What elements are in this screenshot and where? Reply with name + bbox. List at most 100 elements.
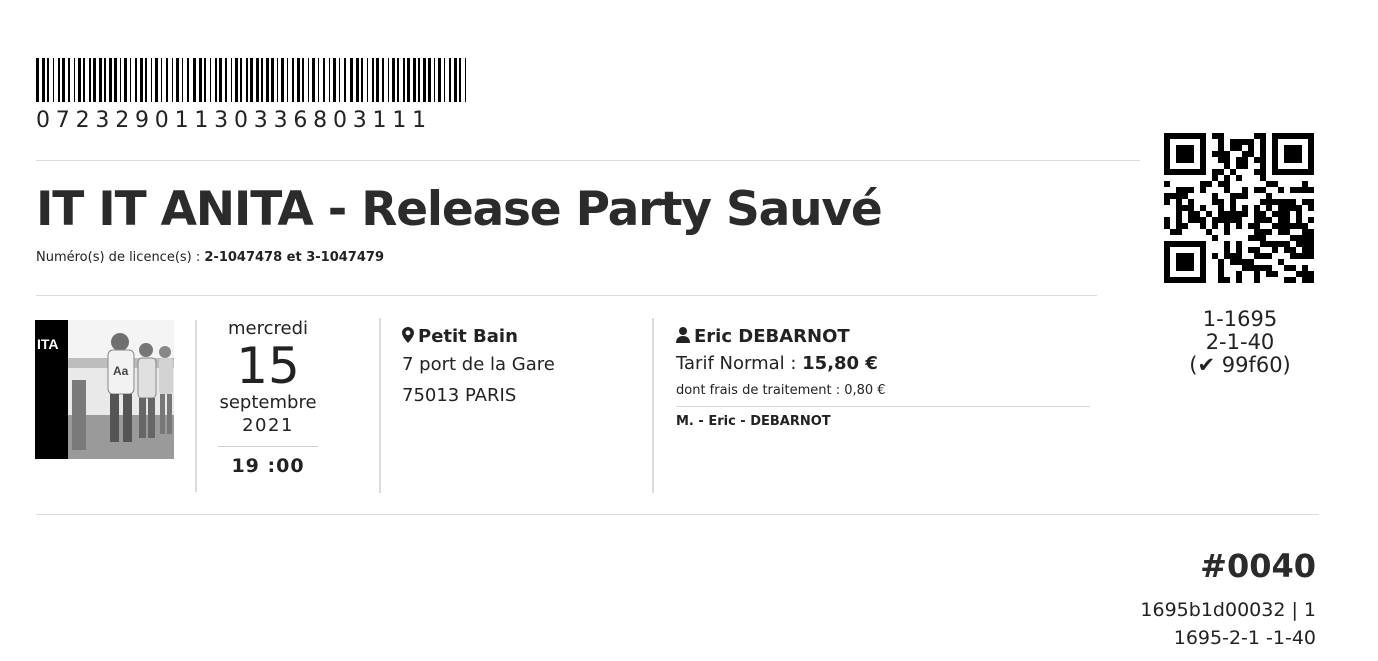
qr-module [1308, 247, 1314, 253]
qr-module [1182, 187, 1188, 193]
qr-module [1194, 241, 1200, 247]
qr-module [1284, 205, 1290, 211]
qr-module [1278, 187, 1284, 193]
qr-module [1308, 235, 1314, 241]
qr-module [1188, 133, 1194, 139]
qr-module [1242, 205, 1248, 211]
qr-module [1236, 157, 1242, 163]
qr-module [1272, 211, 1278, 217]
date-divider [218, 446, 318, 447]
qr-module [1260, 145, 1266, 151]
qr-module [1290, 223, 1296, 229]
holder-name-row: Eric DEBARNOT [676, 325, 1090, 349]
qr-module [1308, 205, 1314, 211]
qr-module [1260, 157, 1266, 163]
qr-module [1302, 241, 1308, 247]
qr-module [1212, 169, 1218, 175]
qr-module [1200, 133, 1206, 139]
qr-module [1164, 139, 1170, 145]
qr-module [1260, 187, 1266, 193]
qr-module [1200, 169, 1206, 175]
qr-check-code: (✔ 99f60) [1189, 353, 1291, 377]
venue-name-row: Petit Bain [402, 325, 555, 349]
qr-module [1176, 205, 1182, 211]
qr-module [1302, 277, 1308, 283]
qr-module [1284, 151, 1290, 157]
qr-module [1182, 151, 1188, 157]
qr-module [1308, 163, 1314, 169]
qr-module [1212, 223, 1218, 229]
barcode-bar [344, 58, 346, 102]
barcode-bar [418, 58, 420, 102]
qr-module [1266, 205, 1272, 211]
qr-module [1290, 145, 1296, 151]
qr-module [1260, 211, 1266, 217]
barcode-bar [155, 58, 158, 102]
barcode-bar [124, 58, 127, 102]
qr-module [1176, 277, 1182, 283]
qr-module [1200, 217, 1206, 223]
barcode-bar [219, 58, 222, 102]
column-separator [379, 318, 381, 493]
venue-address-1: 7 port de la Gare [402, 354, 555, 375]
qr-module [1200, 241, 1206, 247]
qr-module [1218, 181, 1224, 187]
barcode-bar [367, 58, 368, 102]
barcode-bar [312, 58, 315, 102]
barcode-bar [256, 58, 259, 102]
qr-module [1272, 241, 1278, 247]
qr-module [1188, 277, 1194, 283]
barcode-bar [465, 58, 466, 102]
qr-module [1236, 277, 1242, 283]
barcode [36, 58, 466, 102]
tarif-label: Tarif Normal : [676, 353, 803, 374]
barcode-bar [193, 58, 196, 102]
qr-module [1200, 277, 1206, 283]
qr-module [1182, 169, 1188, 175]
qr-module [1248, 145, 1254, 151]
qr-module [1296, 157, 1302, 163]
qr-module [1284, 145, 1290, 151]
event-date: mercredi 15 septembre 2021 19 :00 [216, 318, 320, 477]
qr-module [1176, 229, 1182, 235]
barcode-bar [329, 58, 330, 102]
qr-module [1200, 181, 1206, 187]
qr-module [1278, 259, 1284, 265]
qr-module [1266, 271, 1272, 277]
qr-module [1200, 163, 1206, 169]
barcode-bar [176, 58, 179, 102]
qr-module [1230, 193, 1236, 199]
barcode-bar [53, 58, 54, 102]
qr-module [1236, 247, 1242, 253]
barcode-bar [302, 58, 304, 102]
qr-module [1308, 145, 1314, 151]
qr-module [1266, 265, 1272, 271]
qr-module [1176, 133, 1182, 139]
qr-module [1236, 211, 1242, 217]
qr-module [1164, 253, 1170, 259]
ticket-ref-2: 1695-2-1 -1-40 [1173, 627, 1316, 649]
qr-module [1218, 271, 1224, 277]
qr-module [1302, 187, 1308, 193]
qr-module [1308, 217, 1314, 223]
qr-module [1242, 259, 1248, 265]
barcode-bar [109, 58, 112, 102]
barcode-bar [83, 58, 85, 102]
barcode-bar [434, 58, 435, 102]
qr-module [1200, 223, 1206, 229]
ticket-ref-1: 1695b1d00032 | 1 [1140, 599, 1316, 621]
barcode-bar [246, 58, 248, 102]
qr-module [1290, 199, 1296, 205]
qr-module [1230, 217, 1236, 223]
qr-module [1164, 163, 1170, 169]
divider [36, 160, 1140, 161]
barcode-bar [449, 58, 451, 102]
barcode-bar [235, 58, 238, 102]
qr-module [1188, 151, 1194, 157]
qr-module [1254, 187, 1260, 193]
barcode-bar [382, 58, 384, 102]
barcode-bar [36, 58, 39, 102]
qr-module [1260, 217, 1266, 223]
qr-module [1260, 229, 1266, 235]
qr-module [1248, 151, 1254, 157]
